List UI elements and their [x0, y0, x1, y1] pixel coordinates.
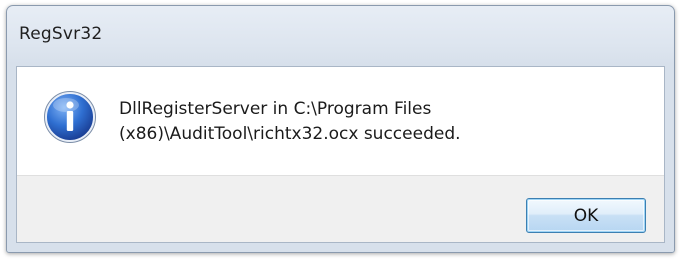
dialog-body: DllRegisterServer in C:\Program Files (x…	[16, 66, 665, 243]
ok-button[interactable]: OK	[526, 198, 646, 233]
message-line-2: (x86)\AuditTool\richtx32.ocx succeeded.	[119, 124, 461, 144]
message-line-1: DllRegisterServer in C:\Program Files	[119, 99, 432, 119]
window-title: RegSvr32	[19, 24, 103, 44]
regsvr32-dialog: RegSvr32 DllRegisterServer in C:\Program…	[6, 5, 675, 253]
message-text: DllRegisterServer in C:\Program Files (x…	[119, 97, 639, 147]
button-bar: OK	[17, 175, 664, 242]
information-icon	[44, 91, 96, 143]
title-bar[interactable]: RegSvr32	[7, 6, 674, 66]
message-area: DllRegisterServer in C:\Program Files (x…	[17, 67, 664, 175]
